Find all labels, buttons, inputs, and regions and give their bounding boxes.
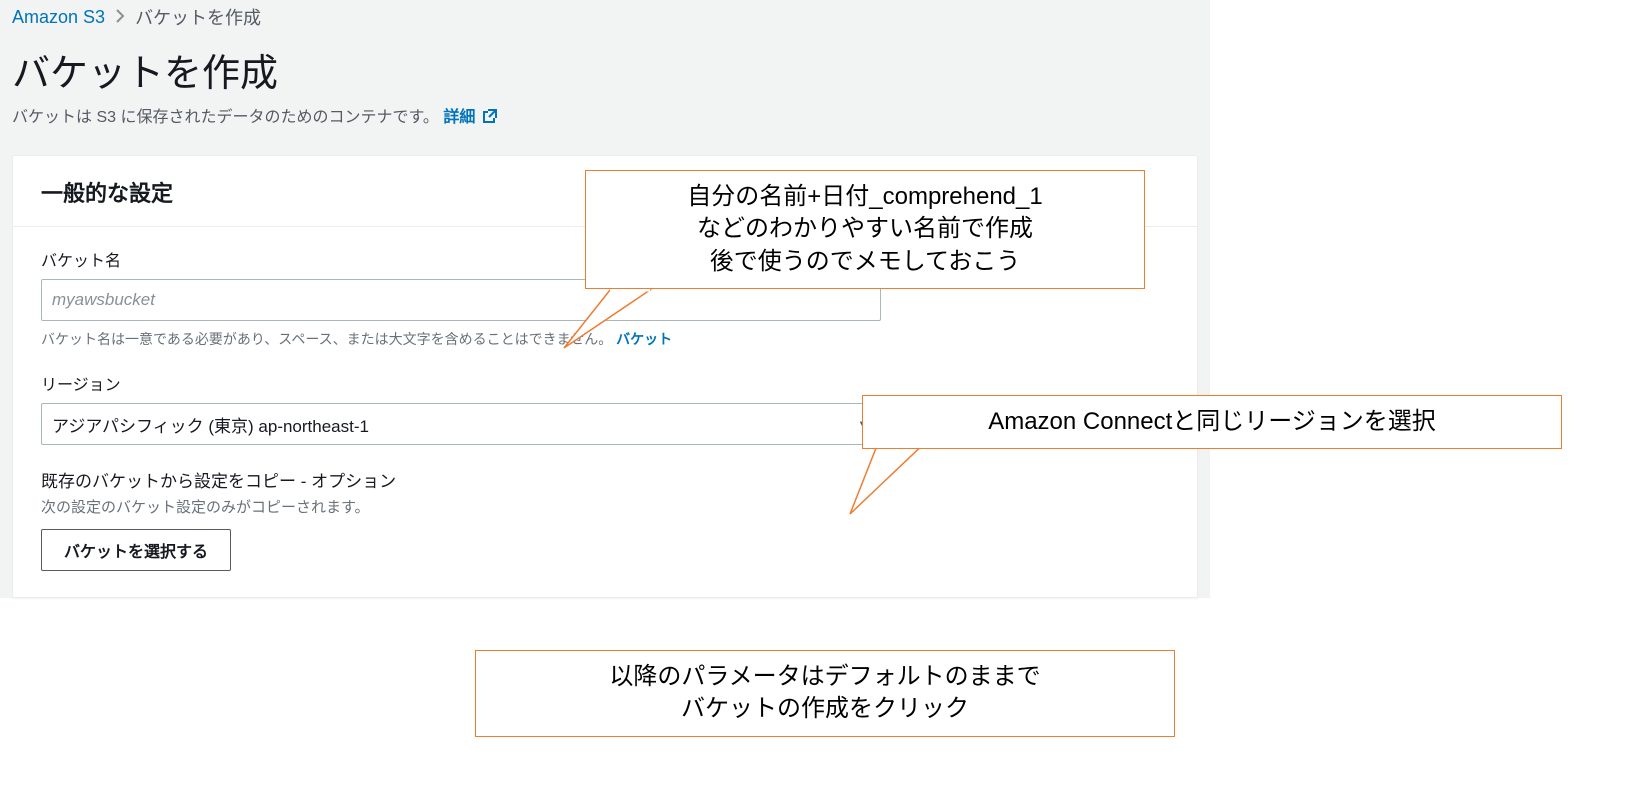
page-subtitle: バケットは S3 に保存されたデータのためのコンテナです。 詳細 bbox=[12, 103, 1198, 129]
copy-settings-field: 既存のバケットから設定をコピー - オプション 次の設定のバケット設定のみがコピ… bbox=[41, 467, 1169, 571]
copy-settings-desc: 次の設定のバケット設定のみがコピーされます。 bbox=[41, 496, 1169, 517]
callout-bucket-name: 自分の名前+日付_comprehend_1 などのわかりやすい名前で作成 後で使… bbox=[585, 170, 1145, 289]
callout-defaults: 以降のパラメータはデフォルトのままで バケットの作成をクリック bbox=[475, 650, 1175, 737]
learn-more-link[interactable]: 詳細 bbox=[443, 109, 497, 126]
breadcrumb: Amazon S3 バケットを作成 bbox=[0, 0, 1210, 38]
page-subtitle-text: バケットは S3 に保存されたデータのためのコンテナです。 bbox=[12, 109, 439, 126]
region-select[interactable]: アジアパシフィック (東京) ap-northeast-1 ▼ bbox=[41, 403, 881, 445]
page-title: バケットを作成 bbox=[12, 42, 1198, 97]
external-link-icon bbox=[482, 108, 498, 129]
callout-region: Amazon Connectと同じリージョンを選択 bbox=[862, 395, 1562, 449]
copy-settings-title: 既存のバケットから設定をコピー - オプション bbox=[41, 467, 1169, 492]
region-selected-value: アジアパシフィック (東京) ap-northeast-1 bbox=[52, 412, 369, 437]
callout-pointer-icon bbox=[550, 288, 670, 358]
breadcrumb-current: バケットを作成 bbox=[135, 4, 261, 30]
choose-bucket-button[interactable]: バケットを選択する bbox=[41, 529, 231, 571]
region-label: リージョン bbox=[41, 371, 1169, 395]
breadcrumb-root-link[interactable]: Amazon S3 bbox=[12, 7, 105, 28]
chevron-right-icon bbox=[115, 7, 125, 28]
